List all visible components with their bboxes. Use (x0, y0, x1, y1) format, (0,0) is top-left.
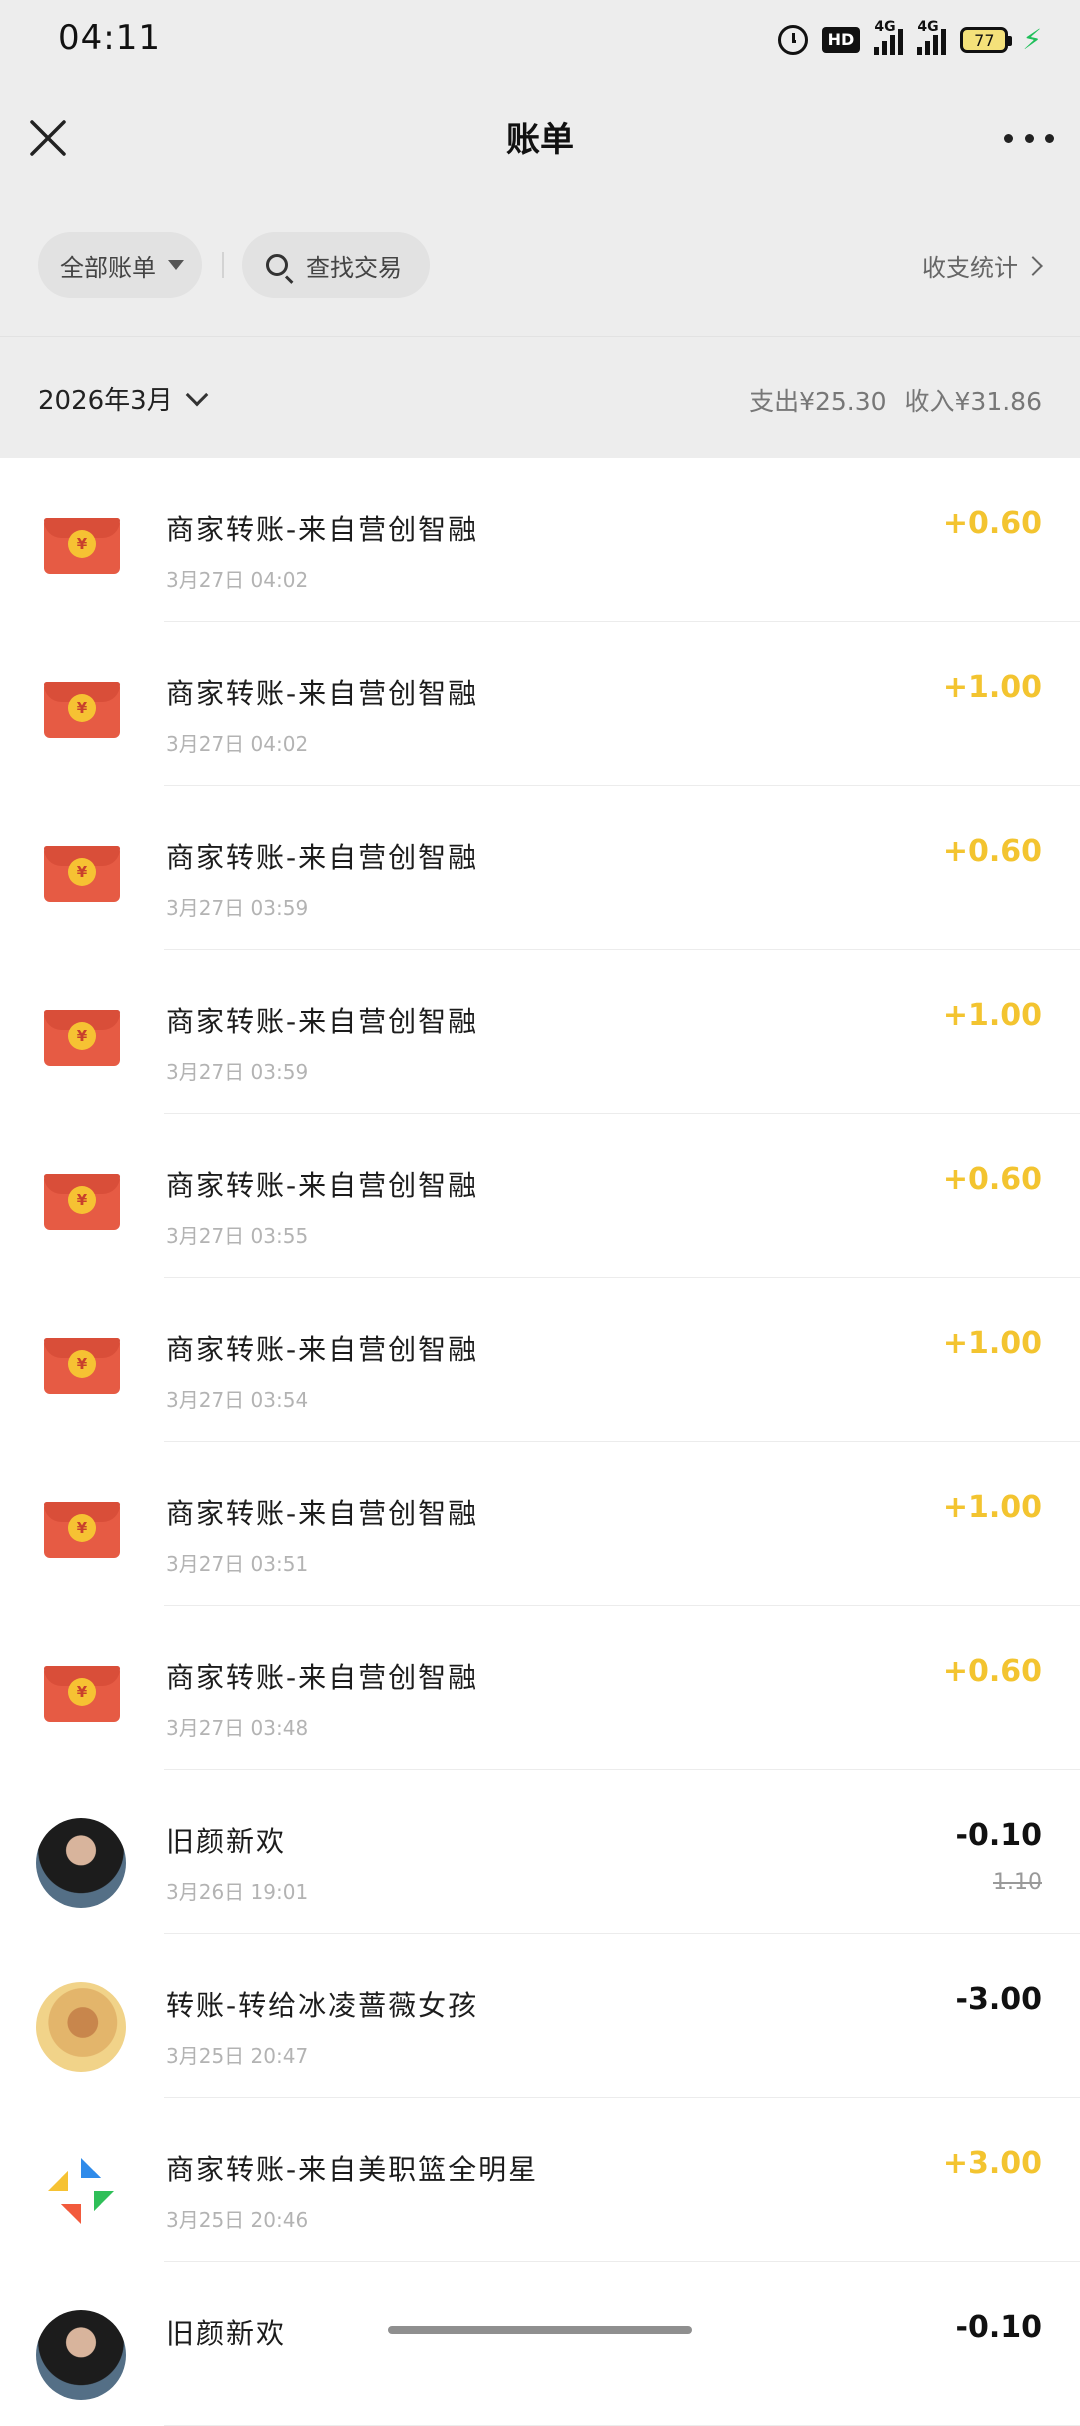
search-label: 查找交易 (306, 253, 402, 282)
transaction-row[interactable]: 商家转账-来自美职篮全明星 3月25日 20:46 +3.00 (0, 2098, 1080, 2262)
red-packet-icon: ¥ (36, 998, 128, 1090)
transaction-amount: -3.00 (955, 1982, 1042, 2017)
transaction-title: 商家转账-来自营创智融 (166, 1169, 479, 1202)
transaction-date: 3月26日 19:01 (166, 1880, 309, 1904)
status-icons: HD 4G 4G 77 ⚡ (777, 19, 1042, 60)
transaction-date: 3月25日 20:46 (166, 2208, 309, 2232)
transaction-amount: +1.00 (942, 1490, 1042, 1525)
transaction-title: 旧颜新欢 (166, 1825, 287, 1858)
transaction-row[interactable]: ¥ 商家转账-来自营创智融 3月27日 03:48 +0.60 (0, 1606, 1080, 1770)
transaction-date: 3月27日 04:02 (166, 568, 309, 592)
transaction-row[interactable]: ¥ 商家转账-来自营创智融 3月27日 03:59 +1.00 (0, 950, 1080, 1114)
red-packet-icon: ¥ (36, 1654, 128, 1746)
filter-divider (222, 252, 224, 278)
transaction-date: 3月27日 04:02 (166, 732, 309, 756)
transaction-row[interactable]: 旧颜新欢 3月26日 19:01 -0.10 1.10 (0, 1770, 1080, 1934)
transaction-row[interactable]: ¥ 商家转账-来自营创智融 3月27日 03:54 +1.00 (0, 1278, 1080, 1442)
transaction-amount: +3.00 (942, 2146, 1042, 2181)
transaction-amount: +1.00 (942, 1326, 1042, 1361)
transaction-row[interactable]: 转账-转给冰凌蔷薇女孩 3月25日 20:47 -3.00 (0, 1934, 1080, 2098)
transaction-title: 转账-转给冰凌蔷薇女孩 (166, 1989, 479, 2022)
transaction-row[interactable]: ¥ 商家转账-来自营创智融 3月27日 03:51 +1.00 (0, 1442, 1080, 1606)
transaction-title: 商家转账-来自营创智融 (166, 1661, 479, 1694)
income-expense-stats-link[interactable]: 收支统计 (922, 248, 1043, 283)
transaction-row[interactable]: ¥ 商家转账-来自营创智融 3月27日 04:02 +1.00 (0, 622, 1080, 786)
transaction-title: 商家转账-来自营创智融 (166, 1333, 479, 1366)
transaction-amount: +0.60 (942, 506, 1042, 541)
app-logo-icon (36, 2146, 128, 2238)
all-bills-label: 全部账单 (60, 253, 156, 282)
charging-icon: ⚡ (1022, 23, 1042, 56)
home-indicator[interactable] (388, 2326, 692, 2334)
chevron-right-icon (1023, 255, 1043, 276)
red-packet-icon: ¥ (36, 834, 128, 926)
transaction-amount: +0.60 (942, 834, 1042, 869)
transaction-date: 3月25日 20:47 (166, 2044, 309, 2068)
month-summary: 支出¥25.30 收入¥31.86 (739, 382, 1042, 418)
transaction-amount: +1.00 (942, 670, 1042, 705)
red-packet-icon: ¥ (36, 506, 128, 598)
avatar (36, 2310, 128, 2402)
transaction-title: 商家转账-来自营创智融 (166, 513, 479, 546)
alarm-icon (777, 25, 808, 55)
original-amount: 1.10 (993, 1870, 1042, 1895)
income-total: 收入¥31.86 (904, 387, 1042, 416)
transaction-date: 3月27日 03:51 (166, 1552, 309, 1576)
search-icon (266, 254, 288, 276)
transaction-date: 3月27日 03:59 (166, 896, 309, 920)
more-icon-dot (1004, 133, 1013, 143)
transaction-date: 3月27日 03:48 (166, 1716, 309, 1740)
signal-icon: 4G (874, 19, 904, 55)
search-transactions-button[interactable]: 查找交易 (242, 232, 430, 298)
all-bills-filter[interactable]: 全部账单 (38, 232, 202, 298)
transaction-title: 商家转账-来自营创智融 (166, 1005, 479, 1038)
transaction-amount: +1.00 (942, 998, 1042, 1033)
expense-total: 支出¥25.30 (749, 387, 887, 416)
close-button[interactable] (26, 116, 70, 160)
caret-down-icon (168, 260, 184, 270)
transaction-row[interactable]: 旧颜新欢 -0.10 (0, 2262, 1080, 2426)
transaction-date: 3月27日 03:54 (166, 1388, 309, 1412)
transaction-row[interactable]: ¥ 商家转账-来自营创智融 3月27日 03:55 +0.60 (0, 1114, 1080, 1278)
more-icon-dot (1024, 133, 1034, 143)
divider (0, 336, 1080, 337)
red-packet-icon: ¥ (36, 670, 128, 762)
transaction-amount: -0.10 (955, 1818, 1042, 1853)
transaction-row[interactable]: ¥ 商家转账-来自营创智融 3月27日 03:59 +0.60 (0, 786, 1080, 950)
chevron-down-icon (185, 383, 209, 406)
transaction-title: 商家转账-来自营创智融 (166, 841, 479, 874)
transaction-title: 商家转账-来自营创智融 (166, 1497, 479, 1530)
transaction-amount: +0.60 (942, 1162, 1042, 1197)
stats-label: 收支统计 (922, 254, 1018, 282)
red-packet-icon: ¥ (36, 1490, 128, 1582)
avatar (36, 1818, 128, 1910)
transaction-date: 3月27日 03:55 (166, 1224, 309, 1248)
more-icon-dot (1045, 133, 1054, 143)
close-icon (30, 120, 66, 156)
month-selector[interactable]: 2026年3月 (38, 380, 209, 417)
transaction-title: 商家转账-来自美职篮全明星 (166, 2153, 539, 2186)
battery-icon: 77 (960, 27, 1013, 53)
red-packet-icon: ¥ (36, 1162, 128, 1254)
month-label: 2026年3月 (38, 386, 173, 416)
transaction-row[interactable]: ¥ 商家转账-来自营创智融 3月27日 04:02 +0.60 (0, 458, 1080, 622)
red-packet-icon: ¥ (36, 1326, 128, 1418)
transaction-date: 3月27日 03:59 (166, 1060, 309, 1084)
more-button[interactable] (1004, 126, 1054, 150)
hd-badge: HD (821, 27, 861, 53)
signal-icon-2: 4G (917, 19, 947, 55)
status-time: 04:11 (58, 18, 161, 58)
transaction-amount: +0.60 (942, 1654, 1042, 1689)
avatar (36, 1982, 128, 2074)
transaction-title: 商家转账-来自营创智融 (166, 677, 479, 710)
transaction-title: 旧颜新欢 (166, 2317, 287, 2350)
